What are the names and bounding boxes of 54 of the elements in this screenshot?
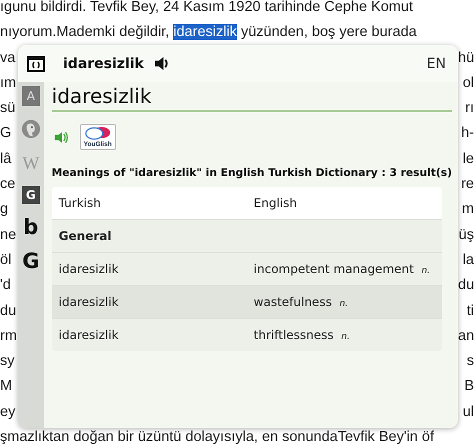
document-text: ıgunu bildirdi. Tevfik Bey, 24 Kasım 1920 tarihinde Cephe Komut (0, 0, 414, 17)
column-header: Turkish (58, 196, 102, 210)
document-text: lâ (0, 150, 12, 169)
highlighted-word: idaresizlik (173, 24, 237, 40)
document-text: 'd (0, 276, 12, 296)
document-text: ım (0, 74, 16, 93)
document-text: ol (462, 74, 474, 93)
document-text: B (463, 377, 474, 396)
document-text: hü (458, 48, 474, 68)
duck-icon[interactable] (20, 118, 41, 140)
table-cell-text: wastefulness n. (252, 295, 348, 309)
document-text: re (460, 175, 474, 194)
document-text: va (0, 48, 16, 68)
search-field[interactable]: idaresizlik (52, 82, 452, 112)
document-text: sü (0, 99, 16, 118)
document-text: du (458, 276, 474, 296)
document-text: ey (0, 402, 16, 422)
document-text: yüzünden, boş yere burada (240, 24, 417, 40)
header-word: idaresizlik (63, 56, 144, 72)
document-text: h- (460, 124, 474, 144)
document-text: rm (0, 326, 16, 346)
document-text: rı (464, 99, 474, 118)
document-text: G (0, 124, 12, 144)
language-label[interactable]: EN (426, 56, 446, 72)
document-text: an (458, 326, 474, 346)
table-cell-text: thriftlessness n. (252, 328, 350, 342)
speech-bubble-icon (84, 126, 112, 141)
meanings-title: Meanings of "idaresizlik" in English Turkish Dictionary : 3 result(s) (52, 166, 452, 179)
document-text: g (0, 200, 10, 220)
document-text: M (0, 377, 14, 396)
document-text: la (462, 250, 474, 270)
document-text: öl (0, 250, 12, 270)
document-text: üş (458, 226, 474, 245)
document-text: nıyorum.Mademki değildir, (0, 24, 170, 40)
document-text: le (462, 150, 474, 169)
document-text: ce (0, 175, 16, 194)
document-text: şmazlıktan doğan bir üzüntü dolayısıyla, en sonundaTevfik Bey'in öf (0, 428, 435, 448)
table-cell-text: idaresizlik (58, 262, 120, 276)
search-engine-icon[interactable]: G (20, 250, 41, 272)
table-cell-text: idaresizlik (58, 295, 120, 309)
document-text: ul (462, 402, 474, 422)
document-text: ti (466, 302, 474, 321)
table-cell-text: idaresizlik (58, 328, 120, 342)
document-text: ne (0, 226, 16, 245)
document-text: m (460, 200, 474, 220)
window-icon[interactable] (27, 56, 45, 72)
column-header: English (252, 196, 297, 210)
document-text: du (0, 302, 16, 321)
document-text: sy (0, 352, 16, 372)
group-heading: General (58, 229, 112, 243)
translate-icon[interactable]: G (22, 186, 40, 204)
table-cell-text: incompetent management n. (252, 262, 430, 276)
document-text: s (466, 352, 474, 372)
search-engine-icon[interactable]: b (20, 216, 41, 238)
